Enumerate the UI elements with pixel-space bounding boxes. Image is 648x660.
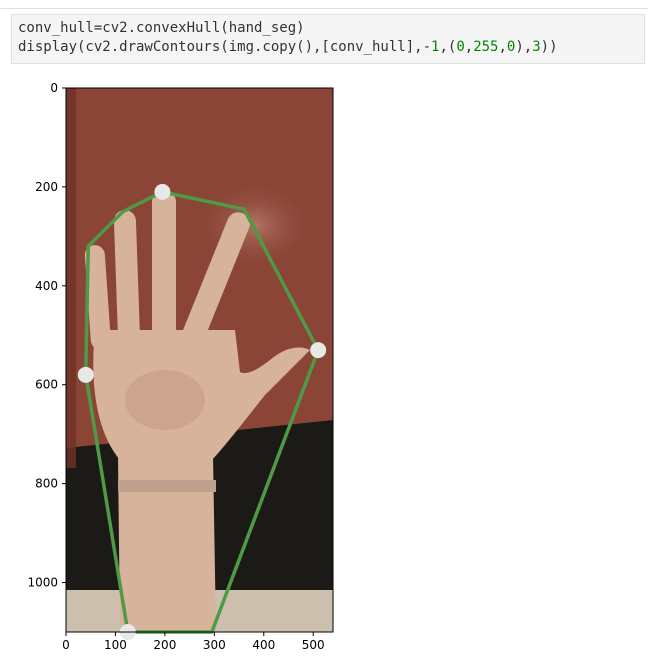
hull-point-marker xyxy=(77,366,94,383)
code-line-2: display(cv2.drawContours(img.copy(),[con… xyxy=(18,39,558,55)
x-tick-label: 0 xyxy=(62,638,70,652)
y-tick-label: 400 xyxy=(35,279,58,293)
x-tick-label: 300 xyxy=(203,638,226,652)
cell-divider xyxy=(0,8,648,9)
y-tick-label: 1000 xyxy=(27,576,58,590)
cell-output: 0 100 200 300 400 500 0 200 400 600 800 1000 xyxy=(0,64,648,656)
y-tick-label: 200 xyxy=(35,180,58,194)
x-tick-label: 100 xyxy=(104,638,127,652)
hull-point-marker xyxy=(310,342,327,359)
hand-photo xyxy=(66,88,333,632)
code-cell[interactable]: conv_hull=cv2.convexHull(hand_seg) displ… xyxy=(11,14,645,64)
x-tick-label: 500 xyxy=(302,638,325,652)
figure: 0 100 200 300 400 500 0 200 400 600 800 1000 xyxy=(27,81,334,652)
y-tick-label: 800 xyxy=(35,477,58,491)
y-axis: 0 200 400 600 800 1000 xyxy=(27,81,66,590)
x-tick-label: 400 xyxy=(252,638,275,652)
y-tick-label: 0 xyxy=(50,81,58,95)
hull-point-marker xyxy=(154,183,171,200)
y-tick-label: 600 xyxy=(35,378,58,392)
code-line-1: conv_hull=cv2.convexHull(hand_seg) xyxy=(18,20,305,36)
x-axis: 0 100 200 300 400 500 xyxy=(62,632,325,652)
x-tick-label: 200 xyxy=(153,638,176,652)
